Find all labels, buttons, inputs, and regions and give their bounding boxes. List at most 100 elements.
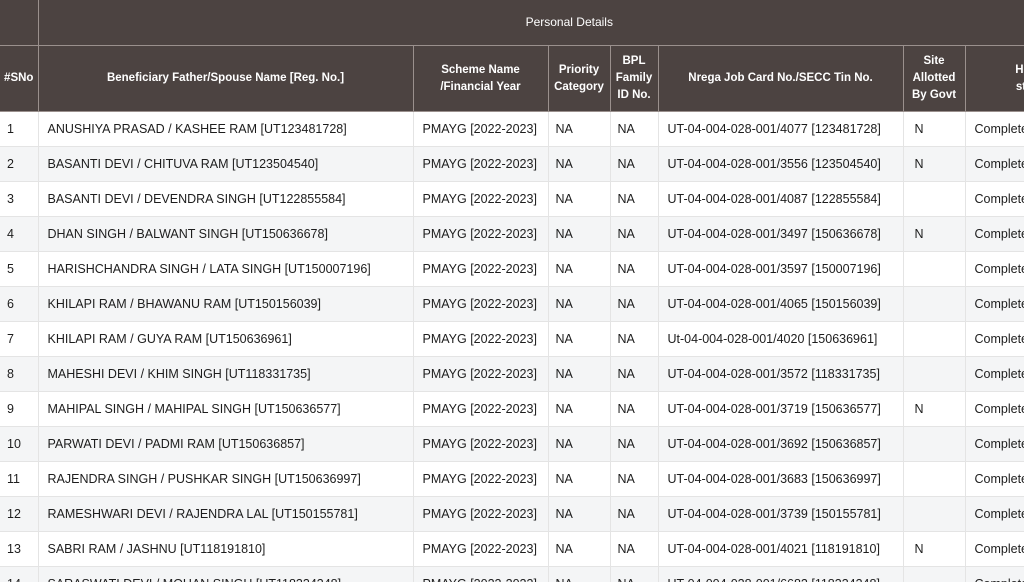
beneficiary-details-table: Personal Details #SNo Beneficiary Father… — [0, 0, 1024, 582]
group-header-personal-details: Personal Details — [38, 0, 1024, 46]
cell-priority-category: NA — [548, 146, 611, 182]
table-row[interactable]: 6 KHILAPI RAM / BHAWANU RAM [UT150156039]… — [0, 286, 1024, 322]
column-header-nrega-job-card[interactable]: Nrega Job Card No./SECC Tin No. — [658, 45, 904, 112]
cell-beneficiary-name: SARASWATI DEVI / MOHAN SINGH [UT11833434… — [38, 566, 414, 582]
cell-sno: 6 — [0, 286, 39, 322]
cell-house-status: Completed — [965, 426, 1024, 462]
table-row[interactable]: 3 BASANTI DEVI / DEVENDRA SINGH [UT122855… — [0, 181, 1024, 217]
table-row[interactable]: 9 MAHIPAL SINGH / MAHIPAL SINGH [UT150636… — [0, 391, 1024, 427]
cell-priority-category: NA — [548, 566, 611, 582]
cell-site-allotted: N — [903, 531, 966, 567]
cell-bpl-family-id: NA — [610, 216, 659, 252]
cell-nrega-job-card: UT-04-004-028-001/6682 [118334348] — [658, 566, 904, 582]
cell-site-allotted: N — [903, 146, 966, 182]
cell-bpl-family-id: NA — [610, 461, 659, 497]
cell-sno: 12 — [0, 496, 39, 532]
cell-scheme-name: PMAYG [2022-2023] — [413, 426, 549, 462]
cell-priority-category: NA — [548, 251, 611, 287]
cell-house-status: Completed — [965, 496, 1024, 532]
cell-priority-category: NA — [548, 391, 611, 427]
cell-house-status: Completed — [965, 321, 1024, 357]
column-header-bpl-line3: ID No. — [617, 88, 651, 101]
cell-nrega-job-card: UT-04-004-028-001/4077 [123481728] — [658, 111, 904, 147]
column-header-house-status[interactable]: House status — [965, 45, 1024, 112]
cell-bpl-family-id: NA — [610, 566, 659, 582]
table-row[interactable]: 5 HARISHCHANDRA SINGH / LATA SINGH [UT150… — [0, 251, 1024, 287]
cell-beneficiary-name: DHAN SINGH / BALWANT SINGH [UT150636678] — [38, 216, 414, 252]
column-header-bpl-family-id[interactable]: BPL Family ID No. — [610, 45, 659, 112]
cell-beneficiary-name: PARWATI DEVI / PADMI RAM [UT150636857] — [38, 426, 414, 462]
cell-site-allotted — [903, 566, 966, 582]
cell-beneficiary-name: KHILAPI RAM / GUYA RAM [UT150636961] — [38, 321, 414, 357]
cell-nrega-job-card: UT-04-004-028-001/3739 [150155781] — [658, 496, 904, 532]
cell-scheme-name: PMAYG [2022-2023] — [413, 496, 549, 532]
cell-nrega-job-card: UT-04-004-028-001/3692 [150636857] — [658, 426, 904, 462]
cell-priority-category: NA — [548, 111, 611, 147]
cell-sno: 7 — [0, 321, 39, 357]
cell-priority-category: NA — [548, 286, 611, 322]
table-row[interactable]: 4 DHAN SINGH / BALWANT SINGH [UT150636678… — [0, 216, 1024, 252]
cell-nrega-job-card: UT-04-004-028-001/3572 [118331735] — [658, 356, 904, 392]
table-row[interactable]: 8 MAHESHI DEVI / KHIM SINGH [UT118331735]… — [0, 356, 1024, 392]
table-row[interactable]: 11 RAJENDRA SINGH / PUSHKAR SINGH [UT1506… — [0, 461, 1024, 497]
column-header-priority-line2: Category — [554, 80, 604, 93]
table-body: 1 ANUSHIYA PRASAD / KASHEE RAM [UT1234817… — [0, 111, 1024, 582]
cell-beneficiary-name: BASANTI DEVI / CHITUVA RAM [UT123504540] — [38, 146, 414, 182]
table-row[interactable]: 10 PARWATI DEVI / PADMI RAM [UT150636857]… — [0, 426, 1024, 462]
cell-house-status: Completed — [965, 146, 1024, 182]
cell-sno: 8 — [0, 356, 39, 392]
cell-beneficiary-name: SABRI RAM / JASHNU [UT118191810] — [38, 531, 414, 567]
table-column-header-row: #SNo Beneficiary Father/Spouse Name [Reg… — [0, 45, 1024, 112]
table-viewport[interactable]: Personal Details #SNo Beneficiary Father… — [0, 0, 1024, 582]
column-header-site-allotted[interactable]: Site Allotted By Govt — [903, 45, 966, 112]
column-header-beneficiary-name[interactable]: Beneficiary Father/Spouse Name [Reg. No.… — [38, 45, 414, 112]
cell-site-allotted — [903, 356, 966, 392]
table-row[interactable]: 14SARASWATI DEVI / MOHAN SINGH [UT118334… — [0, 566, 1024, 582]
table-row[interactable]: 2 BASANTI DEVI / CHITUVA RAM [UT123504540… — [0, 146, 1024, 182]
cell-sno: 14 — [0, 566, 39, 582]
cell-house-status: Completed — [965, 566, 1024, 582]
column-header-bpl-line2: Family — [615, 72, 653, 85]
cell-beneficiary-name: MAHESHI DEVI / KHIM SINGH [UT118331735] — [38, 356, 414, 392]
cell-nrega-job-card: UT-04-004-028-001/3683 [150636997] — [658, 461, 904, 497]
cell-beneficiary-name: MAHIPAL SINGH / MAHIPAL SINGH [UT1506365… — [38, 391, 414, 427]
cell-site-allotted — [903, 286, 966, 322]
cell-bpl-family-id: NA — [610, 251, 659, 287]
cell-sno: 9 — [0, 391, 39, 427]
cell-nrega-job-card: UT-04-004-028-001/4021 [118191810] — [658, 531, 904, 567]
cell-sno: 3 — [0, 181, 39, 217]
cell-house-status: Completed — [965, 286, 1024, 322]
cell-scheme-name: PMAYG [2022-2023] — [413, 146, 549, 182]
cell-scheme-name: PMAYG [2022-2023] — [413, 531, 549, 567]
cell-house-status: Completed — [965, 356, 1024, 392]
column-header-sno[interactable]: #SNo — [0, 45, 39, 112]
table-row[interactable]: 13 SABRI RAM / JASHNU [UT118191810] PMAYG … — [0, 531, 1024, 567]
column-header-house-line2: status — [1015, 80, 1024, 93]
cell-sno: 5 — [0, 251, 39, 287]
cell-site-allotted: N — [903, 111, 966, 147]
table-row[interactable]: 1 ANUSHIYA PRASAD / KASHEE RAM [UT1234817… — [0, 111, 1024, 147]
cell-nrega-job-card: UT-04-004-028-001/4087 [122855584] — [658, 181, 904, 217]
cell-priority-category: NA — [548, 216, 611, 252]
column-header-priority-category[interactable]: Priority Category — [548, 45, 611, 112]
cell-nrega-job-card: UT-04-004-028-001/3719 [150636577] — [658, 391, 904, 427]
cell-nrega-job-card: UT-04-004-028-001/3597 [150007196] — [658, 251, 904, 287]
cell-bpl-family-id: NA — [610, 496, 659, 532]
cell-bpl-family-id: NA — [610, 111, 659, 147]
table-row[interactable]: 7 KHILAPI RAM / GUYA RAM [UT150636961] PMA… — [0, 321, 1024, 357]
cell-sno: 2 — [0, 146, 39, 182]
cell-bpl-family-id: NA — [610, 426, 659, 462]
cell-bpl-family-id: NA — [610, 321, 659, 357]
cell-sno: 10 — [0, 426, 39, 462]
column-header-scheme-name[interactable]: Scheme Name /Financial Year — [413, 45, 549, 112]
column-header-scheme-line2: /Financial Year — [440, 80, 521, 93]
cell-beneficiary-name: RAMESHWARI DEVI / RAJENDRA LAL [UT150155… — [38, 496, 414, 532]
cell-nrega-job-card: UT-04-004-028-001/4065 [150156039] — [658, 286, 904, 322]
cell-scheme-name: PMAYG [2022-2023] — [413, 181, 549, 217]
cell-house-status: Completed — [965, 251, 1024, 287]
column-header-site-line3: By Govt — [911, 88, 957, 101]
cell-house-status: Completed — [965, 461, 1024, 497]
table-row[interactable]: 12 RAMESHWARI DEVI / RAJENDRA LAL [UT1501… — [0, 496, 1024, 532]
cell-beneficiary-name: KHILAPI RAM / BHAWANU RAM [UT150156039] — [38, 286, 414, 322]
column-header-priority-line1: Priority — [558, 63, 600, 76]
